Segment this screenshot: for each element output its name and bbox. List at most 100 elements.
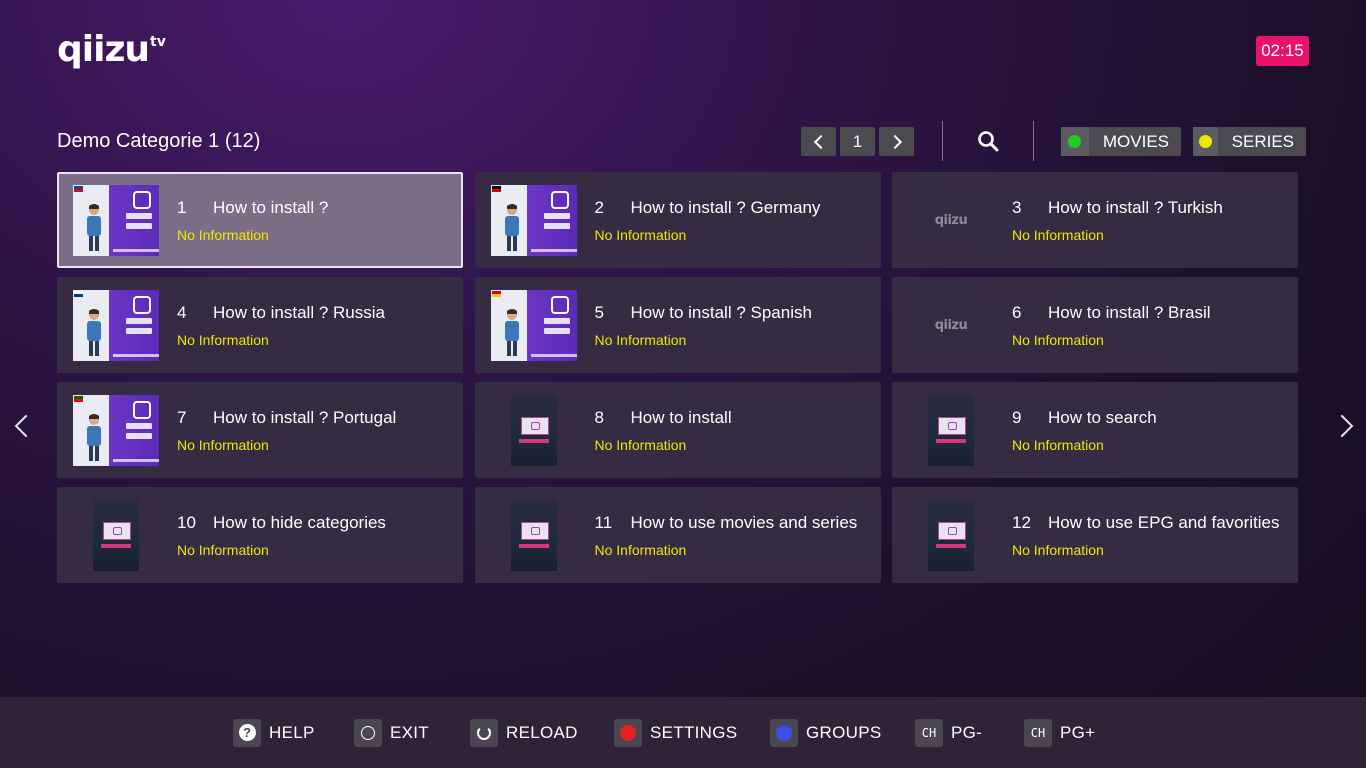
thumbnail — [73, 290, 159, 361]
item-title: How to use movies and series — [630, 513, 858, 532]
content-card[interactable]: 4 How to install ? Russia No Information — [57, 277, 463, 373]
flag-icon — [74, 291, 83, 297]
item-number: 11 — [594, 513, 613, 532]
help-icon: ? — [238, 724, 256, 741]
content-card[interactable]: 5 How to install ? Spanish No Information — [474, 277, 881, 373]
tv-screen-icon — [103, 522, 131, 540]
thumbnail — [908, 500, 994, 571]
item-title: How to install ? Portugal — [213, 408, 397, 427]
brand-icon — [133, 191, 151, 209]
item-number: 7 — [177, 408, 187, 427]
tv-thumbnail — [908, 395, 994, 466]
item-info: No Information — [1012, 227, 1104, 243]
video-thumbnail — [73, 185, 159, 256]
presenter-icon — [87, 414, 101, 461]
page-number: 1 — [840, 127, 875, 156]
item-title: How to search — [1048, 408, 1157, 427]
tv-thumbnail — [491, 395, 577, 466]
thumbnail — [908, 395, 994, 466]
exit-button[interactable]: EXIT — [354, 718, 429, 747]
tv-thumbnail — [491, 500, 577, 571]
tv-screen-icon — [938, 417, 966, 435]
prev-arrow-icon[interactable] — [14, 414, 38, 438]
item-title: How to install ? Germany — [630, 198, 821, 217]
reload-icon — [477, 725, 491, 740]
help-label: HELP — [269, 722, 315, 742]
thumbnail — [73, 185, 159, 256]
item-title: How to install ? Russia — [213, 303, 385, 322]
movies-button[interactable]: MOVIES — [1061, 127, 1181, 156]
item-info: No Information — [177, 227, 269, 243]
brand-icon — [133, 401, 151, 419]
item-info: No Information — [177, 437, 269, 453]
item-info: No Information — [177, 542, 269, 558]
item-number: 1 — [177, 198, 187, 217]
content-card[interactable]: 9 How to search No Information — [892, 382, 1298, 478]
presenter-icon — [504, 204, 519, 251]
logo-suffix: tv — [150, 34, 166, 50]
video-thumbnail — [490, 185, 577, 256]
groups-label: GROUPS — [806, 722, 882, 742]
presenter-icon — [504, 309, 519, 356]
tv-screen-icon — [520, 417, 549, 435]
flag-icon — [491, 186, 501, 192]
tv-thumbnail — [73, 500, 159, 571]
search-icon[interactable] — [977, 130, 999, 152]
exit-label: EXIT — [390, 722, 429, 742]
ch-key-icon: CH — [1030, 725, 1046, 740]
content-card[interactable]: 12 How to use EPG and favorities No Inform… — [892, 487, 1298, 583]
movies-label: MOVIES — [1102, 131, 1169, 151]
page-prev-button[interactable] — [801, 127, 836, 156]
item-number: 10 — [177, 513, 196, 532]
presenter-icon — [87, 309, 101, 356]
item-title: How to install — [630, 408, 732, 427]
logo-text: qiizu — [57, 29, 150, 70]
blue-circle-icon — [776, 724, 792, 741]
flag-icon — [74, 186, 83, 192]
ch-key-icon: CH — [921, 725, 937, 740]
item-number: 8 — [594, 408, 604, 427]
page-up-button[interactable]: CH PG+ — [1024, 718, 1095, 747]
page-down-label: PG- — [951, 722, 983, 742]
content-card[interactable]: 2 How to install ? Germany No Information — [474, 172, 881, 268]
settings-button[interactable]: SETTINGS — [614, 718, 737, 747]
back-icon — [361, 725, 375, 740]
brand-icon — [550, 191, 569, 209]
item-info: No Information — [594, 227, 687, 243]
presenter-icon — [87, 204, 101, 251]
page-next-button[interactable] — [879, 127, 914, 156]
chevron-left-icon — [813, 134, 828, 149]
video-thumbnail — [73, 290, 159, 361]
app-logo: qiizu tv — [57, 32, 166, 68]
item-number: 6 — [1012, 303, 1022, 322]
item-number: 3 — [1012, 198, 1022, 217]
flag-icon — [491, 291, 501, 297]
content-card[interactable]: 7 How to install ? Portugal No Information — [57, 382, 463, 478]
item-info: No Information — [1012, 437, 1104, 453]
reload-button[interactable]: RELOAD — [470, 718, 578, 747]
page-down-button[interactable]: CH PG- — [915, 718, 982, 747]
thumbnail — [73, 500, 159, 571]
content-card[interactable]: qiizu 6 How to install ? Brasil No Informat… — [892, 277, 1298, 373]
groups-button[interactable]: GROUPS — [770, 718, 881, 747]
content-card[interactable]: 8 How to install No Information — [474, 382, 881, 478]
help-button[interactable]: ? HELP — [233, 718, 315, 747]
content-card[interactable]: qiizu 3 How to install ? Turkish No Informa… — [892, 172, 1298, 268]
series-button[interactable]: SERIES — [1193, 127, 1306, 156]
placeholder-logo: qiizu — [934, 318, 968, 333]
item-number: 12 — [1012, 513, 1031, 532]
item-title: How to install ? — [213, 198, 329, 217]
placeholder-logo: qiizu — [934, 213, 968, 228]
item-title: How to use EPG and favorities — [1048, 513, 1280, 532]
page-up-label: PG+ — [1060, 722, 1096, 742]
content-card[interactable]: 1 How to install ? No Information — [57, 172, 463, 268]
content-card[interactable]: 10 How to hide categories No Information — [57, 487, 463, 583]
clock-badge: 02:15 — [1256, 36, 1309, 66]
next-arrow-icon[interactable] — [1330, 414, 1354, 438]
chevron-right-icon — [887, 134, 902, 149]
brand-icon — [550, 296, 569, 314]
item-title: How to install ? Turkish — [1048, 198, 1223, 217]
reload-label: RELOAD — [506, 722, 578, 742]
thumbnail — [491, 500, 577, 571]
content-card[interactable]: 11 How to use movies and series No Informa… — [474, 487, 881, 583]
